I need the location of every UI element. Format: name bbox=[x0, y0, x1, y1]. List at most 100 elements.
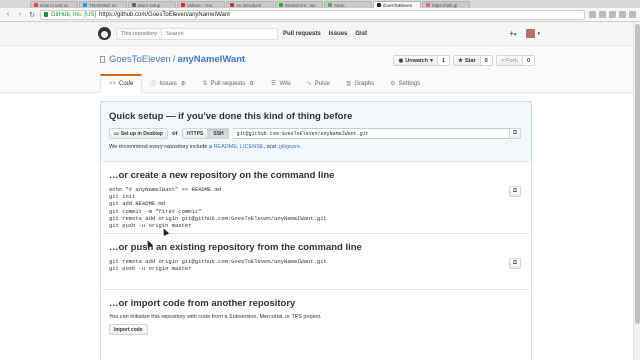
favicon-icon bbox=[426, 3, 430, 7]
browser-tab[interactable]: WebStorm: Jav bbox=[275, 1, 323, 8]
back-icon[interactable]: ‹ bbox=[4, 11, 12, 19]
browser-tab-label: Atom bbox=[334, 2, 345, 8]
repo-header: GoesToEleven / anyNameIWant ◉ Unwatch ▾ 1 … bbox=[0, 46, 640, 93]
tab-graphs[interactable]: ▥ Graphs bbox=[338, 74, 382, 93]
readme-link[interactable]: README bbox=[213, 144, 237, 150]
tab-label: Pulse bbox=[314, 80, 330, 87]
create-repo-code: echo "# anyNameIWant" >> README.md git i… bbox=[109, 186, 327, 230]
browser-tab-label: WebStorm: Jav bbox=[285, 2, 316, 8]
avatar bbox=[526, 29, 536, 38]
tab-label: Issues bbox=[159, 80, 177, 87]
clipboard-icon[interactable]: ⧉ bbox=[509, 186, 521, 197]
browser-tab-label: GoesToEleven bbox=[383, 2, 413, 8]
nav-gist[interactable]: Gist bbox=[355, 31, 367, 37]
code-icon: <> bbox=[109, 81, 117, 87]
license-link[interactable]: LICENSE bbox=[240, 144, 264, 150]
tab-issues[interactable]: ⓘ Issues 0 bbox=[142, 74, 194, 93]
protocol-switch: HTTPS SSH bbox=[181, 128, 229, 139]
clipboard-icon[interactable]: ⧉ bbox=[509, 128, 521, 139]
favicon-icon bbox=[83, 3, 87, 7]
tab-counter: 0 bbox=[179, 80, 187, 87]
setup-in-desktop-button[interactable]: ▭ Set up in Desktop bbox=[109, 128, 168, 139]
issues-icon: ⓘ bbox=[150, 82, 157, 88]
browser-tab[interactable]: TRAINING no bbox=[79, 1, 127, 8]
browser-tab[interactable]: Videos - You bbox=[177, 1, 225, 8]
tab-settings[interactable]: ⚙ Settings bbox=[382, 74, 428, 93]
unwatch-button[interactable]: ◉ Unwatch ▾ bbox=[393, 55, 438, 66]
import-code-button[interactable]: Import code bbox=[109, 324, 148, 335]
browser-tab-label: https://talk.gi bbox=[432, 2, 458, 8]
search-input[interactable] bbox=[162, 29, 277, 39]
tab-label: Graphs bbox=[354, 80, 375, 87]
extension-icon[interactable] bbox=[599, 11, 606, 18]
create-new-icon[interactable]: +▾ bbox=[509, 29, 516, 38]
stars-count[interactable]: 0 bbox=[480, 55, 493, 66]
forks-count[interactable]: 0 bbox=[522, 55, 535, 66]
browser-tab[interactable]: How to test wi bbox=[30, 1, 78, 8]
pull-requests-icon: ⇅ bbox=[202, 81, 208, 87]
chevron-down-icon: ▾ bbox=[537, 30, 540, 37]
create-repo-heading: …or create a new repository on the comma… bbox=[109, 170, 335, 181]
gitignore-link[interactable]: .gitignore bbox=[277, 144, 300, 150]
reload-icon[interactable]: ↻ bbox=[28, 11, 36, 19]
browser-tab-label: atom setup - bbox=[138, 2, 164, 8]
favicon-icon bbox=[230, 3, 234, 7]
favicon-icon bbox=[181, 3, 185, 7]
user-menu[interactable]: ▾ bbox=[526, 29, 540, 38]
browser-tab-label: Videos - You bbox=[187, 2, 213, 8]
repo-name-link[interactable]: anyNameIWant bbox=[177, 54, 245, 65]
fork-icon: ⑂ bbox=[500, 57, 505, 64]
create-repo-section: …or create a new repository on the comma… bbox=[101, 162, 531, 234]
forward-icon[interactable]: › bbox=[16, 11, 24, 19]
import-section: …or import code from another repository … bbox=[101, 290, 531, 335]
graphs-icon: ▥ bbox=[345, 81, 352, 87]
star-icon: ★ bbox=[458, 57, 463, 64]
tab-pulse[interactable]: ∿ Pulse bbox=[299, 74, 338, 93]
repo-owner-link[interactable]: GoesToEleven bbox=[109, 54, 171, 65]
browser-tab-strip: How to test wi TRAINING no atom setup - Vid… bbox=[0, 0, 640, 8]
tab-code[interactable]: <> Code bbox=[100, 74, 143, 93]
fork-button[interactable]: ⑂ Fork bbox=[495, 55, 523, 66]
page-scrollbar[interactable] bbox=[633, 22, 640, 360]
repo-title: GoesToEleven / anyNameIWant bbox=[100, 54, 245, 65]
address-bar[interactable]: GitHub, Inc. [US] https://github.com/Goe… bbox=[40, 9, 585, 20]
scrollbar-thumb[interactable] bbox=[635, 24, 640, 324]
quick-setup-heading: Quick setup — if you've done this kind o… bbox=[109, 111, 353, 122]
clipboard-icon[interactable]: ⧉ bbox=[509, 258, 521, 269]
nav-pull-requests[interactable]: Pull requests bbox=[283, 31, 321, 37]
lock-icon bbox=[44, 12, 48, 17]
clone-url-field[interactable]: git@github.com:GoesToEleven/anyNameIWant… bbox=[232, 128, 517, 139]
desktop-icon: ▭ bbox=[114, 130, 119, 137]
browser-tab[interactable]: An introducti bbox=[226, 1, 274, 8]
star-button[interactable]: ★ Star bbox=[453, 55, 481, 66]
import-description: You can initialize this repository with … bbox=[109, 314, 322, 320]
tab-label: Code bbox=[119, 81, 134, 87]
menu-icon[interactable] bbox=[629, 11, 636, 18]
watchers-count[interactable]: 1 bbox=[437, 55, 450, 66]
pulse-icon: ∿ bbox=[306, 81, 312, 87]
eye-icon: ◉ bbox=[398, 57, 404, 64]
repo-actions: ◉ Unwatch ▾ 1 ★ Star 0 ⑂ Fork 0 bbox=[393, 55, 535, 66]
extension-icon[interactable] bbox=[609, 11, 616, 18]
tab-label: Settings bbox=[398, 80, 421, 87]
browser-tab[interactable]: GoesToEleven bbox=[373, 1, 421, 8]
bookmark-star-icon[interactable] bbox=[589, 11, 596, 18]
push-repo-heading: …or push an existing repository from the… bbox=[109, 242, 362, 253]
extension-icon[interactable] bbox=[619, 11, 626, 18]
import-heading: …or import code from another repository bbox=[109, 298, 296, 309]
browser-tab[interactable]: Atom bbox=[324, 1, 372, 8]
tab-wiki[interactable]: ☰ Wiki bbox=[263, 74, 299, 93]
chevron-down-icon: ▾ bbox=[430, 57, 433, 64]
https-button[interactable]: HTTPS bbox=[181, 128, 209, 139]
github-logo-icon[interactable] bbox=[98, 27, 111, 40]
push-repo-code: git remote add origin git@github.com:Goe… bbox=[109, 258, 327, 273]
nav-issues[interactable]: Issues bbox=[329, 31, 348, 37]
repo-nav: <> Code ⓘ Issues 0 ⇅ Pull requests 0 ☰ Wiki ∿ Pulse… bbox=[100, 74, 428, 93]
browser-tab[interactable]: https://talk.gi bbox=[422, 1, 470, 8]
clone-bar: ▭ Set up in Desktop or HTTPS SSH git@gith… bbox=[109, 128, 523, 139]
browser-tab[interactable]: atom setup - bbox=[128, 1, 176, 8]
ssh-button[interactable]: SSH bbox=[208, 128, 229, 139]
header-nav: Pull requests Issues Gist bbox=[283, 31, 367, 37]
tab-pull-requests[interactable]: ⇅ Pull requests 0 bbox=[195, 74, 264, 93]
header-user-actions: +▾ ▾ bbox=[509, 29, 540, 38]
